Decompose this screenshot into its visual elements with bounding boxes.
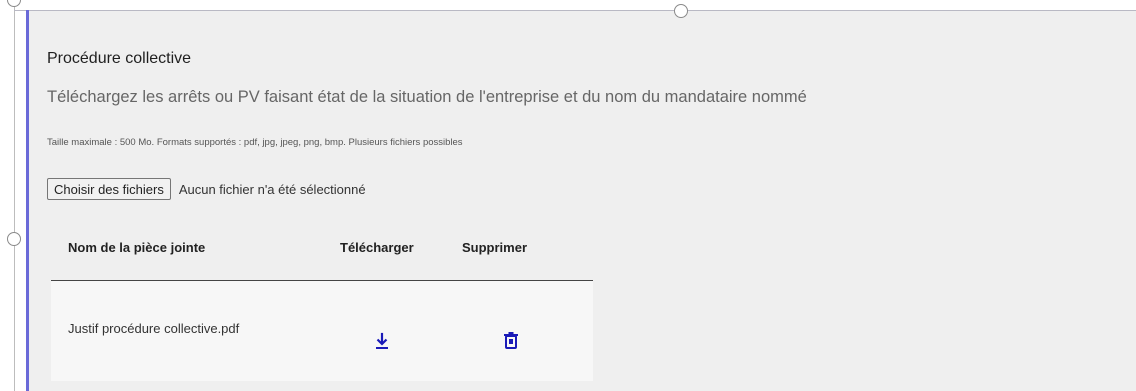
selection-left-line xyxy=(14,0,15,391)
selection-top-line xyxy=(14,10,1136,11)
file-input: Choisir des fichiers Aucun fichier n'a é… xyxy=(47,177,366,201)
delete-button[interactable] xyxy=(499,328,523,352)
column-header-name: Nom de la pièce jointe xyxy=(68,240,206,255)
file-constraints-hint: Taille maximale : 500 Mo. Formats suppor… xyxy=(47,137,463,148)
download-button[interactable] xyxy=(370,329,394,353)
column-header-download: Télécharger xyxy=(340,240,414,255)
section-subtitle: Téléchargez les arrêts ou PV faisant éta… xyxy=(47,88,807,106)
file-selection-status: Aucun fichier n'a été sélectionné xyxy=(178,181,366,197)
choose-files-button[interactable]: Choisir des fichiers xyxy=(47,178,171,200)
attachment-name: Justif procédure collective.pdf xyxy=(68,321,240,336)
resize-handle-top-left[interactable] xyxy=(7,0,21,7)
table-row: Justif procédure collective.pdf xyxy=(51,281,593,381)
trash-icon xyxy=(504,332,518,349)
resize-handle-top[interactable] xyxy=(674,4,688,18)
column-header-delete: Supprimer xyxy=(462,240,528,255)
resize-handle-left[interactable] xyxy=(7,232,21,246)
attachments-table: Nom de la pièce jointe Télécharger Suppr… xyxy=(51,228,593,381)
editor-frame: Procédure collective Téléchargez les arr… xyxy=(0,0,1136,391)
selection-accent-bar xyxy=(26,10,29,391)
attachments-table-header: Nom de la pièce jointe Télécharger Suppr… xyxy=(51,228,593,281)
download-icon xyxy=(376,332,388,349)
section-title: Procédure collective xyxy=(47,50,192,67)
